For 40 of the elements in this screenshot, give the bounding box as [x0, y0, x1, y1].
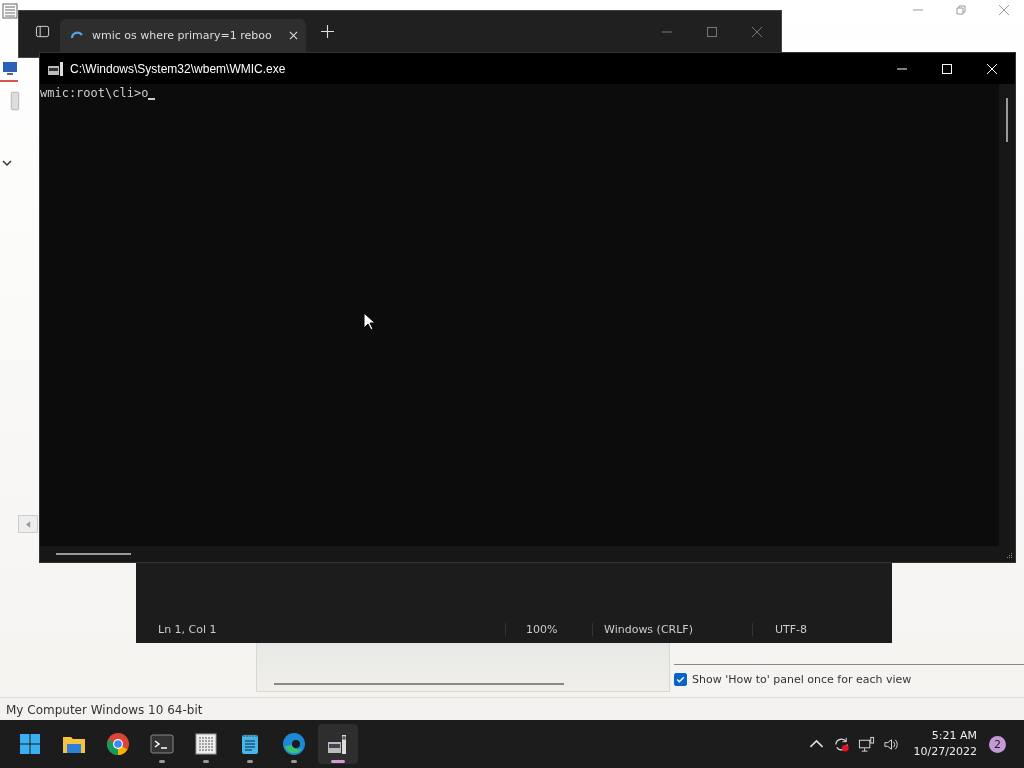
resize-grip-icon[interactable] [1005, 552, 1013, 560]
status-text: Windows (CRLF) [592, 622, 752, 636]
status-text: My Computer Windows 10 64-bit [6, 702, 203, 717]
browser-icon [106, 732, 130, 756]
running-indicator [203, 760, 209, 763]
taskbar-button[interactable] [318, 724, 358, 764]
grid-icon [2, 3, 18, 19]
status-text: 100% [505, 622, 592, 636]
notification-badge[interactable]: 2 [989, 735, 1006, 753]
monitor-icon [2, 60, 18, 76]
clock[interactable]: 5:21 AM 10/27/2022 [913, 728, 977, 760]
date-text: 10/27/2022 [913, 744, 977, 760]
network-icon[interactable] [857, 735, 875, 753]
plus-icon[interactable] [321, 25, 334, 38]
sync-icon[interactable] [832, 735, 850, 753]
status-text: Ln 1, Col 1 [157, 622, 218, 636]
console-app-icon [48, 61, 64, 76]
text-cursor [148, 98, 156, 100]
terminal-icon [150, 732, 174, 756]
start-icon [18, 732, 42, 756]
checkbox-label: Show 'How to' panel once for each view [692, 673, 912, 686]
mouse-pointer-icon [363, 312, 375, 331]
running-indicator [291, 760, 297, 763]
checkbox[interactable] [674, 673, 687, 686]
hex-grid-icon [194, 732, 218, 756]
scrollbar-thumb[interactable] [274, 683, 564, 685]
scrollbar-thumb[interactable] [56, 553, 131, 555]
window-title: C:\Windows\System32\wbem\WMIC.exe [70, 61, 286, 76]
status-text: UTF-8 [752, 622, 808, 636]
time-text: 5:21 AM [931, 728, 977, 744]
running-indicator [331, 760, 345, 763]
running-indicator [159, 760, 165, 763]
tab[interactable]: wmic os where primary=1 reboo [60, 19, 306, 52]
scrollbar-thumb[interactable] [1006, 98, 1008, 142]
chevron-icon[interactable] [2, 158, 12, 168]
scrollbar[interactable] [999, 84, 1015, 546]
command-line[interactable]: wmic:root\cli>o [40, 86, 149, 100]
running-indicator [247, 760, 253, 763]
panel-icon[interactable] [35, 24, 50, 39]
browser-icon [282, 732, 306, 756]
